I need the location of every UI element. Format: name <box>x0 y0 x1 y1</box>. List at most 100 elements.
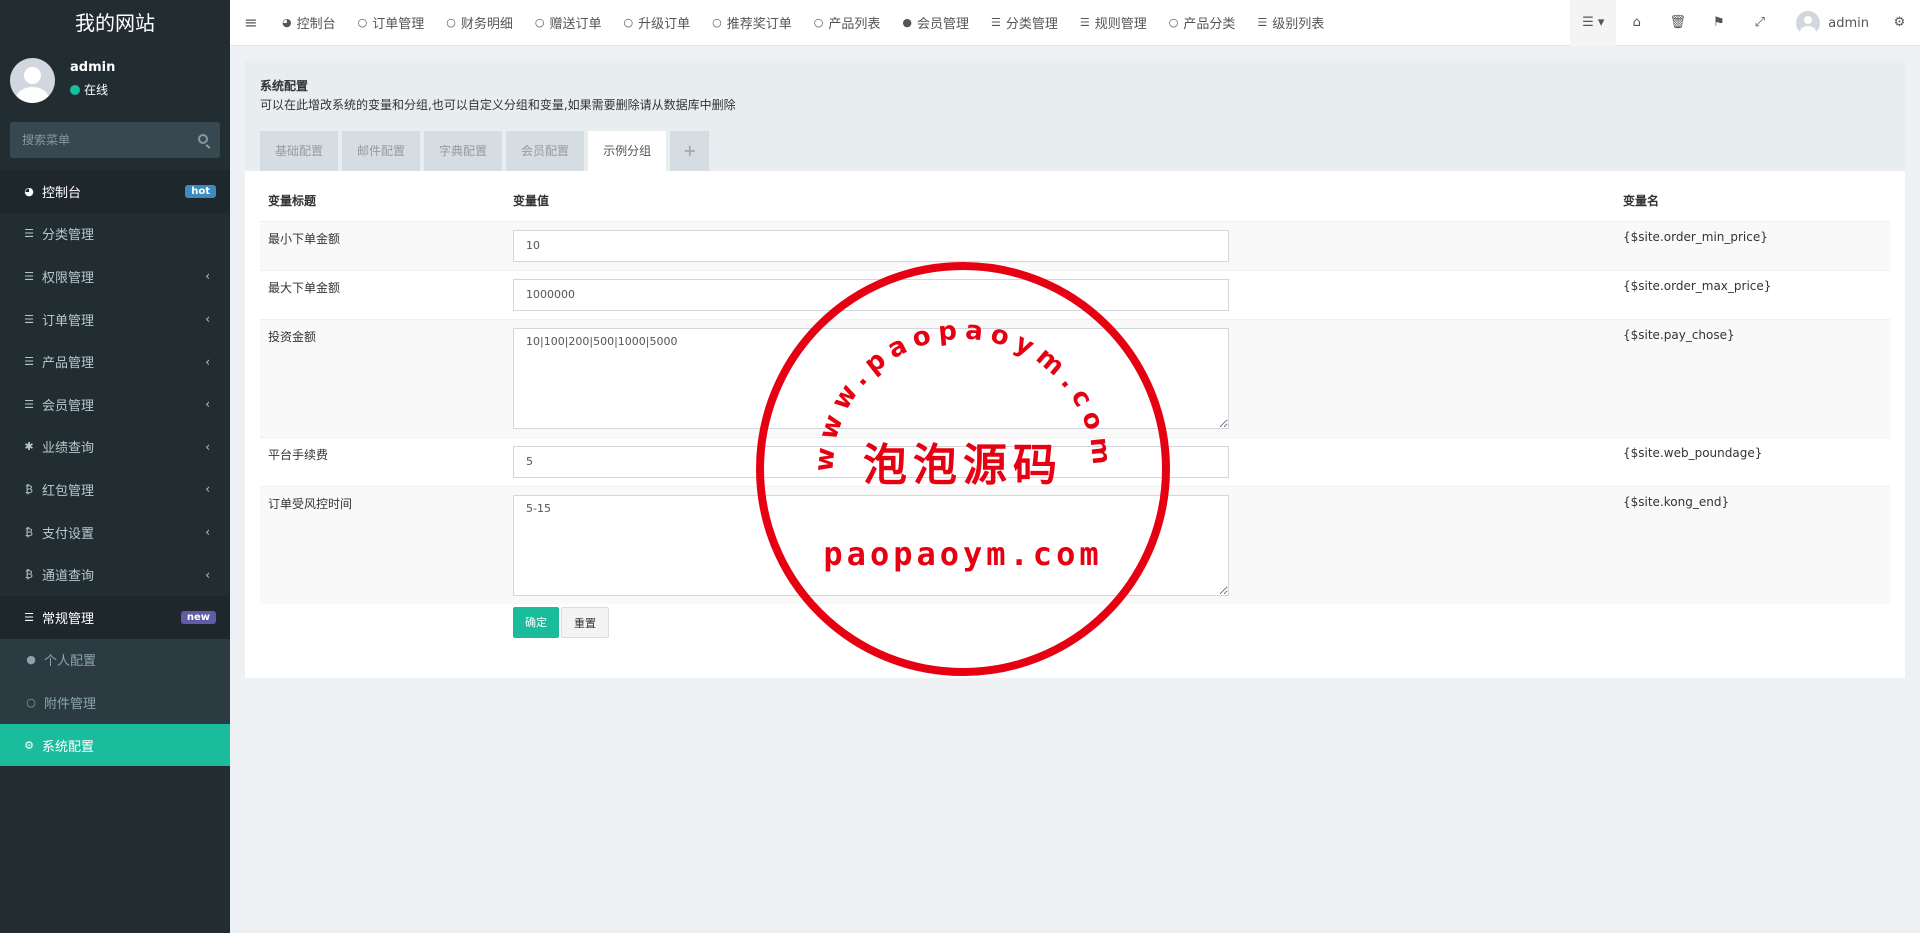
tab-email[interactable]: 邮件配置 <box>342 131 421 171</box>
search-icon[interactable] <box>198 134 208 144</box>
nav-upgrade-orders[interactable]: ○ 升级订单 <box>614 0 703 46</box>
row-value-cell <box>505 220 1615 270</box>
circle-icon: ○ <box>446 16 456 29</box>
nav-finance[interactable]: ○ 财务明细 <box>436 0 525 46</box>
sidebar-item-label: 会员管理 <box>42 398 95 414</box>
kong-end-textarea[interactable]: 5-15 <box>513 494 1229 596</box>
reset-button[interactable]: 重置 <box>561 607 609 638</box>
list-icon: ☰ <box>1079 16 1090 29</box>
header-value: 变量值 <box>505 181 1615 222</box>
search-input[interactable] <box>10 122 220 158</box>
nav-product-list[interactable]: ○ 产品列表 <box>804 0 893 46</box>
fullscreen-icon[interactable]: ⤢ <box>1739 0 1780 46</box>
site-brand[interactable]: 我的网站 <box>0 0 230 46</box>
chevron-left-icon: ‹ <box>205 312 210 327</box>
page-title: 系统配置 <box>260 79 309 93</box>
nav-label: 控制台 <box>296 17 336 32</box>
nav-label: 推荐奖订单 <box>726 17 792 32</box>
sidebar-search <box>10 122 220 158</box>
tab-example-group[interactable]: 示例分组 <box>588 131 667 171</box>
chevron-left-icon: ‹ <box>205 525 210 540</box>
sidebar-item-redpacket[interactable]: ₿ 红包管理 ‹ <box>0 468 230 511</box>
sidebar-item-profile[interactable]: ● 个人配置 <box>0 638 230 682</box>
nav-product-category[interactable]: ○ 产品分类 <box>1159 0 1248 46</box>
asterisk-icon: ✱ <box>24 440 34 454</box>
sidebar-item-payment[interactable]: ₿ 支付设置 ‹ <box>0 511 230 554</box>
circle-icon: ○ <box>534 16 545 29</box>
header-title: 变量标题 <box>260 181 505 222</box>
gears-icon[interactable]: ⚙ <box>1879 0 1920 46</box>
user-icon: ● <box>902 16 912 29</box>
sidebar-item-label: 附件管理 <box>44 696 97 712</box>
sidebar-item-members[interactable]: ☰ 会员管理 ‹ <box>0 383 230 426</box>
row-varname: {$site.kong_end} <box>1615 485 1890 604</box>
sidebar-item-system-config[interactable]: ⚙ 系统配置 <box>0 723 230 767</box>
poundage-input[interactable] <box>513 445 1229 478</box>
language-icon[interactable]: ⚑ <box>1698 0 1739 46</box>
config-panel: 系统配置 可以在此增改系统的变量和分组,也可以自定义分组和变量,如果需要删除请从… <box>245 61 1905 678</box>
chevron-left-icon: ‹ <box>205 439 210 454</box>
navbar-user[interactable]: admin <box>1780 11 1879 35</box>
sidebar: 我的网站 admin 在线 ◕ 控制台 hot ☰ 分类管理 ☰ 权限管理 ‹ ☰ 订单管理… <box>0 0 230 933</box>
row-value-cell: 10|100|200|500|1000|5000 <box>505 318 1615 437</box>
user-icon: ● <box>26 653 36 667</box>
hot-badge: hot <box>185 184 216 198</box>
avatar <box>1796 11 1821 35</box>
form-buttons: 确定 重置 <box>513 607 609 638</box>
table-row: 最大下单金额 {$site.order_max_price} <box>260 269 1890 319</box>
chevron-left-icon: ‹ <box>205 269 210 284</box>
nav-orders[interactable]: ○ 订单管理 <box>348 0 437 46</box>
list-icon: ☰ <box>991 16 1001 29</box>
nav-category[interactable]: ☰ 分类管理 <box>981 0 1070 46</box>
dashboard-icon: ◕ <box>24 184 34 198</box>
nav-rules[interactable]: ☰ 规则管理 <box>1070 0 1159 46</box>
trash-icon[interactable]: 🗑 <box>1657 0 1698 46</box>
header-name: 变量名 <box>1615 181 1890 222</box>
row-title: 最小下单金额 <box>260 220 505 270</box>
chevron-left-icon: ‹ <box>205 482 210 497</box>
tab-member[interactable]: 会员配置 <box>506 131 585 171</box>
sidebar-item-channel[interactable]: ₿ 通道查询 ‹ <box>0 553 230 596</box>
nav-members[interactable]: ● 会员管理 <box>892 0 981 46</box>
row-title: 订单受风控时间 <box>260 485 505 604</box>
nav-referral-orders[interactable]: ○ 推荐奖订单 <box>702 0 804 46</box>
submit-button[interactable]: 确定 <box>513 607 559 638</box>
user-status: 在线 <box>70 81 108 98</box>
row-varname: {$site.pay_chose} <box>1615 318 1890 437</box>
nav-label: 产品分类 <box>1183 17 1236 32</box>
circle-icon: ○ <box>712 16 722 29</box>
tab-basic[interactable]: 基础配置 <box>260 131 339 171</box>
max-price-input[interactable] <box>513 278 1229 311</box>
list-icon: ☰ <box>24 397 34 411</box>
nav-dashboard[interactable]: ◕ 控制台 <box>272 0 348 46</box>
sidebar-item-products[interactable]: ☰ 产品管理 ‹ <box>0 340 230 383</box>
tab-dictionary[interactable]: 字典配置 <box>424 131 503 171</box>
gears-icon: ⚙ <box>24 738 34 752</box>
sidebar-item-general[interactable]: ☰ 常规管理 new <box>0 595 230 639</box>
sidebar-item-label: 产品管理 <box>42 356 95 372</box>
sidebar-item-label: 分类管理 <box>42 228 95 244</box>
new-badge: new <box>180 610 216 624</box>
sidebar-item-category[interactable]: ☰ 分类管理 <box>0 213 230 256</box>
add-tab-button[interactable]: + <box>670 131 710 171</box>
sidebar-item-dashboard[interactable]: ◕ 控制台 hot <box>0 170 230 213</box>
row-title: 最大下单金额 <box>260 269 505 319</box>
home-icon[interactable]: ⌂ <box>1616 0 1657 46</box>
circle-icon: ○ <box>623 16 634 29</box>
bitcoin-icon: ₿ <box>24 482 34 496</box>
sidebar-item-label: 业绩查询 <box>42 441 95 457</box>
min-price-input[interactable] <box>513 229 1229 262</box>
sidebar-item-permission[interactable]: ☰ 权限管理 ‹ <box>0 255 230 298</box>
sidebar-item-orders[interactable]: ☰ 订单管理 ‹ <box>0 298 230 341</box>
sidebar-toggle-icon[interactable]: ≡ <box>230 13 272 32</box>
list-icon: ☰ <box>24 312 34 326</box>
menu-dropdown-icon[interactable]: ☰ ▾ <box>1570 0 1617 46</box>
pay-chose-textarea[interactable]: 10|100|200|500|1000|5000 <box>513 327 1229 429</box>
nav-gift-orders[interactable]: ○ 赠送订单 <box>525 0 614 46</box>
nav-levels[interactable]: ☰ 级别列表 <box>1247 0 1336 46</box>
row-varname: {$site.order_max_price} <box>1615 269 1890 319</box>
sidebar-item-attachments[interactable]: ○ 附件管理 <box>0 681 230 724</box>
row-varname: {$site.web_poundage} <box>1615 436 1890 486</box>
online-dot-icon <box>70 84 80 95</box>
sidebar-item-performance[interactable]: ✱ 业绩查询 ‹ <box>0 426 230 469</box>
